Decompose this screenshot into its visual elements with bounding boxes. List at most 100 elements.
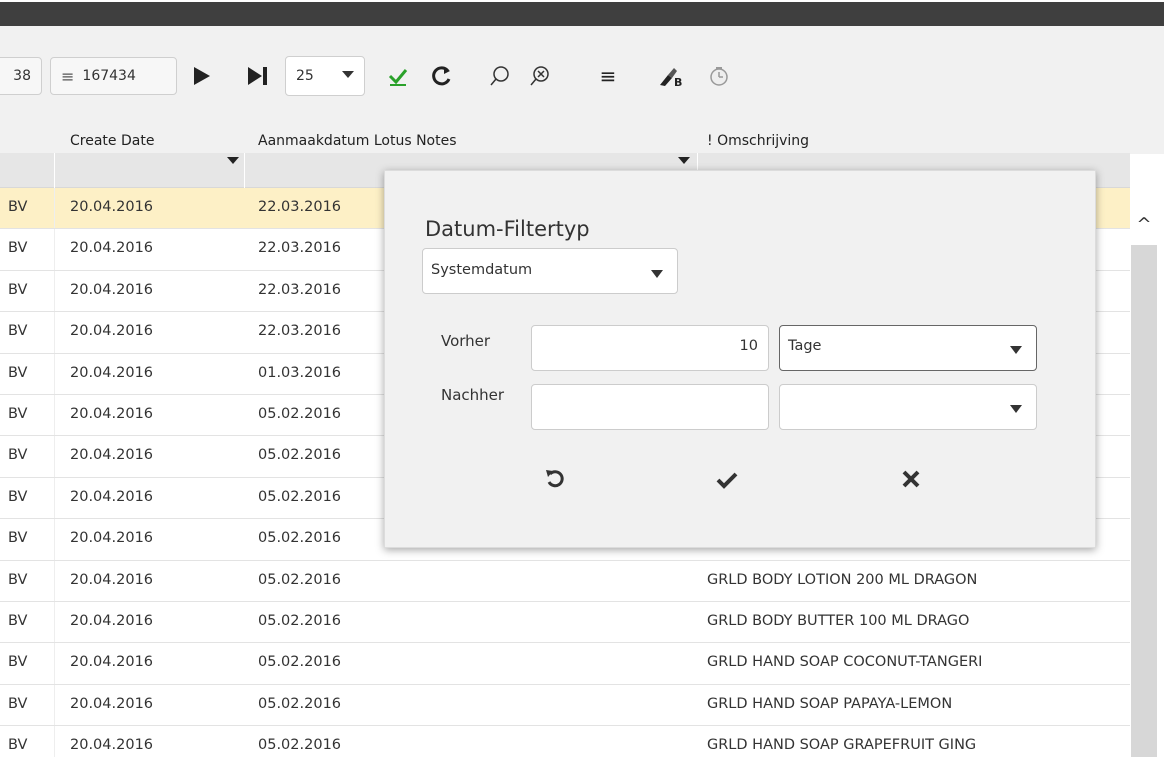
cell-divider [54, 394, 55, 436]
history-icon[interactable] [706, 60, 732, 92]
date-filter-type-value: Systemdatum [431, 262, 533, 278]
popup-title: Datum-Filtertyp [425, 217, 590, 241]
cell-company: BV [8, 571, 28, 588]
cell-divider [54, 477, 55, 519]
page-number-box[interactable]: 38 [0, 57, 42, 95]
cell-omschrijving: GRLD BODY BUTTER 100 ML DRAGO [707, 612, 970, 629]
chevron-down-icon [342, 71, 354, 78]
cell-create-date: 20.04.2016 [70, 571, 154, 588]
table-row[interactable]: BV 20.04.2016 05.02.2016 GRLD HAND SOAP COC… [0, 643, 1130, 685]
page-size-select[interactable]: 25 [285, 56, 365, 96]
cell-lotus-date: 05.02.2016 [258, 571, 342, 588]
clear-search-icon[interactable] [526, 60, 554, 92]
cell-omschrijving: GRLD HAND SOAP COCONUT-TANGERI [707, 654, 983, 671]
chevron-down-icon [1010, 405, 1022, 413]
cell-lotus-date: 05.02.2016 [258, 737, 342, 754]
column-header-create-date[interactable]: Create Date [70, 133, 154, 149]
before-value-input[interactable]: 10 [531, 325, 769, 371]
undo-icon [545, 467, 565, 495]
before-value: 10 [739, 338, 758, 354]
reset-button[interactable] [535, 463, 575, 499]
chevron-down-icon [651, 270, 663, 278]
page-size-value: 25 [296, 68, 314, 84]
cell-company: BV [8, 488, 28, 505]
list-icon[interactable]: ≡ [596, 60, 620, 92]
lines-icon: ≡ [61, 66, 75, 86]
cell-create-date: 20.04.2016 [70, 654, 154, 671]
cell-lotus-date: 01.03.2016 [258, 364, 342, 381]
cell-divider [54, 229, 55, 270]
table-row[interactable]: BV 20.04.2016 05.02.2016 GRLD HAND SOAP PAP… [0, 684, 1130, 727]
cell-lotus-date: 22.03.2016 [258, 240, 342, 257]
page-number-label: 38 [13, 68, 31, 84]
last-page-icon[interactable] [245, 60, 271, 92]
cell-company: BV [8, 654, 28, 671]
cell-omschrijving: GRLD HAND SOAP PAPAYA-LEMON [707, 695, 953, 712]
lotus-date-filter-dropdown-icon[interactable] [678, 157, 690, 164]
cell-create-date: 20.04.2016 [70, 281, 154, 298]
check-icon[interactable] [384, 60, 412, 92]
scroll-up-icon[interactable]: ^ [1134, 214, 1154, 235]
cell-create-date: 20.04.2016 [70, 530, 154, 547]
cancel-button[interactable] [891, 463, 931, 499]
cell-divider [54, 353, 55, 394]
table-row[interactable]: BV 20.04.2016 05.02.2016 GRLD HAND SOAP GRA… [0, 726, 1130, 757]
date-filter-type-select[interactable]: Systemdatum [422, 248, 678, 294]
record-count-label: 167434 [82, 68, 136, 84]
cell-create-date: 20.04.2016 [70, 323, 154, 340]
cell-company: BV [8, 405, 28, 422]
cell-lotus-date: 05.02.2016 [258, 530, 342, 547]
create-date-filter-dropdown-icon[interactable] [227, 157, 239, 164]
cell-company: BV [8, 612, 28, 629]
column-header-omschrijving[interactable]: ! Omschrijving [707, 133, 809, 149]
cell-create-date: 20.04.2016 [70, 240, 154, 257]
cell-create-date: 20.04.2016 [70, 488, 154, 505]
cell-lotus-date: 05.02.2016 [258, 488, 342, 505]
cell-divider [54, 270, 55, 312]
cell-omschrijving: GRLD BODY LOTION 200 ML DRAGON [707, 571, 978, 588]
title-bar [0, 2, 1164, 26]
cell-create-date: 20.04.2016 [70, 405, 154, 422]
cell-divider [54, 726, 55, 757]
cell-divider [54, 436, 55, 477]
cell-lotus-date: 05.02.2016 [258, 695, 342, 712]
cell-divider [54, 560, 55, 601]
before-unit-value: Tage [788, 338, 822, 354]
cell-lotus-date: 22.03.2016 [258, 281, 342, 298]
cell-divider [54, 312, 55, 353]
column-header-lotus-date[interactable]: Aanmaakdatum Lotus Notes [258, 133, 457, 149]
cell-company: BV [8, 323, 28, 340]
toolbar: 38 ≡ 167434 25 ≡ B [0, 26, 1164, 130]
play-icon[interactable] [189, 60, 215, 92]
cell-company: BV [8, 281, 28, 298]
cell-lotus-date: 05.02.2016 [258, 447, 342, 464]
cell-lotus-date: 05.02.2016 [258, 612, 342, 629]
cell-divider [54, 519, 55, 560]
cell-divider [54, 643, 55, 684]
filter-divider [244, 153, 245, 188]
table-row[interactable]: BV 20.04.2016 05.02.2016 GRLD BODY BUTTER 1… [0, 601, 1130, 644]
after-value-input[interactable] [531, 384, 769, 430]
cell-company: BV [8, 364, 28, 381]
table-row[interactable]: BV 20.04.2016 05.02.2016 GRLD BODY LOTION 2… [0, 560, 1130, 602]
cell-create-date: 20.04.2016 [70, 447, 154, 464]
cell-lotus-date: 05.02.2016 [258, 654, 342, 671]
cell-company: BV [8, 737, 28, 754]
cell-lotus-date: 22.03.2016 [258, 323, 342, 340]
cell-create-date: 20.04.2016 [70, 612, 154, 629]
cell-create-date: 20.04.2016 [70, 737, 154, 754]
brush-b-icon[interactable]: B [656, 60, 686, 92]
cell-create-date: 20.04.2016 [70, 199, 154, 215]
svg-text:B: B [674, 76, 682, 87]
check-icon [716, 467, 738, 495]
scrollbar-thumb[interactable] [1131, 245, 1157, 757]
before-unit-select[interactable]: Tage [779, 325, 1037, 371]
cell-company: BV [8, 695, 28, 712]
apply-button[interactable] [707, 463, 747, 499]
filter-divider [54, 153, 55, 188]
cell-divider [54, 601, 55, 643]
refresh-icon[interactable] [428, 60, 456, 92]
after-unit-select[interactable] [779, 384, 1037, 430]
cell-company: BV [8, 447, 28, 464]
search-icon[interactable] [486, 60, 514, 92]
